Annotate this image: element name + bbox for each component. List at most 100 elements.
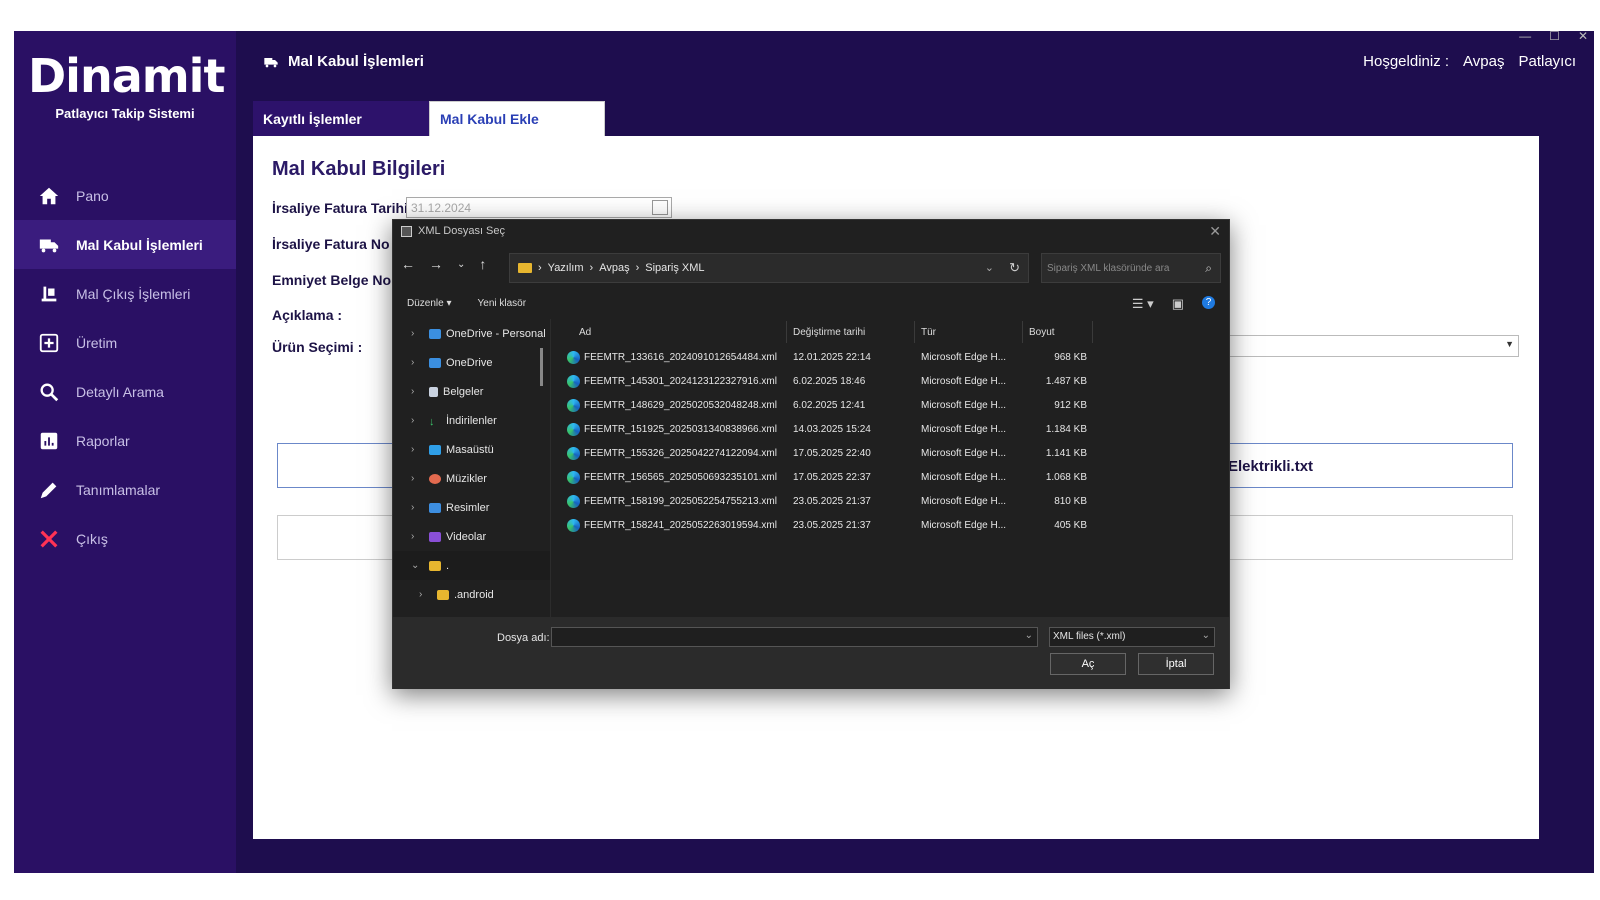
file-row[interactable]: FEEMTR_133616_2024091012654484.xml 12.01.…	[561, 345, 1221, 369]
file-row[interactable]: FEEMTR_151925_2025031340838966.xml 14.03.…	[561, 417, 1221, 441]
tree-item-label: .	[446, 559, 450, 572]
sidebar-item-raporlar[interactable]: Raporlar	[14, 416, 236, 465]
expand-chevron-icon[interactable]: ›	[411, 415, 429, 426]
up-icon[interactable]: ↑	[479, 256, 486, 272]
sidebar-item-mal-cikis[interactable]: Mal Çıkış İşlemleri	[14, 269, 236, 318]
maximize-icon[interactable]: ☐	[1549, 29, 1560, 43]
expand-chevron-icon[interactable]: ›	[411, 328, 429, 339]
edge-file-icon	[567, 446, 580, 460]
column-header-type[interactable]: Tür	[915, 321, 1023, 343]
tree-item-android[interactable]: › .android	[393, 580, 550, 609]
view-list-icon[interactable]: ☰ ▾	[1132, 296, 1154, 312]
forward-icon[interactable]: →	[429, 256, 443, 272]
tree-item-videolar[interactable]: › Videolar	[393, 522, 550, 551]
file-type: Microsoft Edge H...	[921, 519, 1007, 531]
chevron-down-icon[interactable]: ⌄	[1025, 630, 1033, 641]
minimize-icon[interactable]: —	[1519, 29, 1531, 43]
cancel-button[interactable]: İptal	[1138, 653, 1214, 675]
tree-item-belgeler[interactable]: › Belgeler	[393, 377, 550, 406]
expand-chevron-icon[interactable]: ›	[411, 386, 429, 397]
sidebar-item-tanimlamalar[interactable]: Tanımlamalar	[14, 465, 236, 514]
expand-chevron-icon[interactable]: ›	[411, 357, 429, 368]
file-type: Microsoft Edge H...	[921, 399, 1007, 411]
video-icon	[429, 531, 441, 542]
tree-item-onedrive[interactable]: › OneDrive	[393, 348, 550, 377]
tree-item-label: Belgeler	[443, 385, 484, 398]
product-select[interactable]: ▼	[1229, 335, 1519, 357]
tree-item-indirilenler[interactable]: › ↓ İndirilenler	[393, 406, 550, 435]
tree-item-onedrive-personal[interactable]: › OneDrive - Personal	[393, 319, 550, 348]
column-header-date[interactable]: Değiştirme tarihi	[787, 321, 915, 343]
tab-mal-kabul-ekle[interactable]: Mal Kabul Ekle	[429, 101, 605, 136]
breadcrumb-item[interactable]: Yazılım	[548, 262, 584, 274]
file-row[interactable]: FEEMTR_156565_2025050693235101.xml 17.05.…	[561, 465, 1221, 489]
tree-item-resimler[interactable]: › Resimler	[393, 493, 550, 522]
recent-chevron-icon[interactable]: ⌄	[457, 256, 465, 272]
expand-chevron-icon[interactable]: ›	[419, 589, 437, 600]
file-size: 1.141 KB	[1045, 447, 1087, 459]
sidebar-item-cikis[interactable]: Çıkış	[14, 514, 236, 563]
chevron-down-icon: ⌄	[1201, 630, 1210, 641]
sidebar-item-uretim[interactable]: Üretim	[14, 318, 236, 367]
collapse-chevron-icon[interactable]: ⌄	[411, 560, 429, 571]
open-button[interactable]: Aç	[1050, 653, 1126, 675]
refresh-icon[interactable]: ↻	[1009, 260, 1020, 276]
filetype-select[interactable]: XML files (*.xml) ⌄	[1049, 627, 1215, 647]
sidebar-item-detayli-arama[interactable]: Detaylı Arama	[14, 367, 236, 416]
edge-file-icon	[567, 350, 580, 364]
expand-chevron-icon[interactable]: ›	[411, 473, 429, 484]
sidebar-item-label: Pano	[76, 187, 109, 204]
expand-chevron-icon[interactable]: ›	[411, 444, 429, 455]
file-name: FEEMTR_158199_2025052254755213.xml	[584, 495, 777, 507]
close-icon[interactable]: ✕	[1578, 29, 1588, 43]
filename-input[interactable]: ⌄	[551, 627, 1038, 647]
file-name-cell: FEEMTR_158241_2025052263019594.xml	[561, 518, 787, 532]
tree-item-muzikler[interactable]: › Müzikler	[393, 464, 550, 493]
file-row[interactable]: FEEMTR_148629_2025020532048248.xml 6.02.2…	[561, 393, 1221, 417]
tree-item-masaustu[interactable]: › Masaüstü	[393, 435, 550, 464]
preview-pane-icon[interactable]: ▣	[1172, 296, 1184, 312]
sidebar-item-mal-kabul[interactable]: Mal Kabul İşlemleri	[14, 220, 236, 269]
tree-scrollbar[interactable]	[540, 348, 543, 386]
file-row[interactable]: FEEMTR_155326_2025042274122094.xml 17.05.…	[561, 441, 1221, 465]
help-icon[interactable]: ?	[1202, 296, 1215, 309]
file-name-text: Elektrikli.txt	[1228, 458, 1314, 475]
new-folder-button[interactable]: Yeni klasör	[478, 298, 527, 309]
dialog-close-icon[interactable]: ✕	[1209, 223, 1221, 240]
breadcrumb-item[interactable]: Sipariş XML	[645, 262, 704, 274]
file-size: 1.184 KB	[1045, 423, 1087, 435]
address-bar[interactable]: › Yazılım › Avpaş › Sipariş XML ⌄ ↻	[509, 253, 1029, 283]
chevron-down-icon[interactable]: ⌄	[985, 261, 994, 274]
back-icon[interactable]: ←	[401, 256, 415, 272]
security-doc-label: Emniyet Belge No :	[272, 272, 400, 288]
calendar-icon[interactable]	[652, 200, 668, 215]
window-controls: — ☐ ✕	[1519, 29, 1588, 43]
file-name: FEEMTR_156565_2025050693235101.xml	[584, 471, 777, 483]
invoice-date-input[interactable]: 31.12.2024	[406, 197, 672, 218]
search-input[interactable]: Sipariş XML klasöründe ara ⌕	[1041, 253, 1221, 283]
breadcrumb-item[interactable]: Avpaş	[599, 262, 629, 274]
file-date: 23.05.2025 21:37	[793, 495, 871, 507]
nav-buttons: ← → ⌄ ↑	[401, 256, 486, 272]
file-type: Microsoft Edge H...	[921, 447, 1007, 459]
organize-button[interactable]: Düzenle ▾	[407, 298, 452, 309]
file-row[interactable]: FEEMTR_158199_2025052254755213.xml 23.05.…	[561, 489, 1221, 513]
logo: Dinamit	[28, 49, 225, 103]
folder-icon	[429, 560, 441, 571]
column-header-name[interactable]: Ad	[561, 321, 787, 343]
file-name: FEEMTR_133616_2024091012654484.xml	[584, 351, 777, 363]
file-row[interactable]: FEEMTR_145301_2024123122327916.xml 6.02.2…	[561, 369, 1221, 393]
tree-item-dot[interactable]: ⌄.	[393, 551, 550, 580]
file-date: 17.05.2025 22:40	[793, 447, 871, 459]
expand-chevron-icon[interactable]: ›	[411, 502, 429, 513]
tab-kayitli-islemler[interactable]: Kayıtlı İşlemler	[253, 101, 429, 136]
file-size: 405 KB	[1054, 519, 1087, 531]
chevron-down-icon: ▼	[1505, 339, 1514, 349]
sidebar-item-pano[interactable]: Pano	[14, 171, 236, 220]
file-row[interactable]: FEEMTR_158241_2025052263019594.xml 23.05.…	[561, 513, 1221, 537]
tree-item-label: Resimler	[446, 501, 490, 514]
expand-chevron-icon[interactable]: ›	[411, 531, 429, 542]
logo-subtitle: Patlayıcı Takip Sistemi	[55, 106, 195, 121]
chevron-icon: ›	[635, 262, 640, 274]
column-header-size[interactable]: Boyut	[1023, 321, 1093, 343]
